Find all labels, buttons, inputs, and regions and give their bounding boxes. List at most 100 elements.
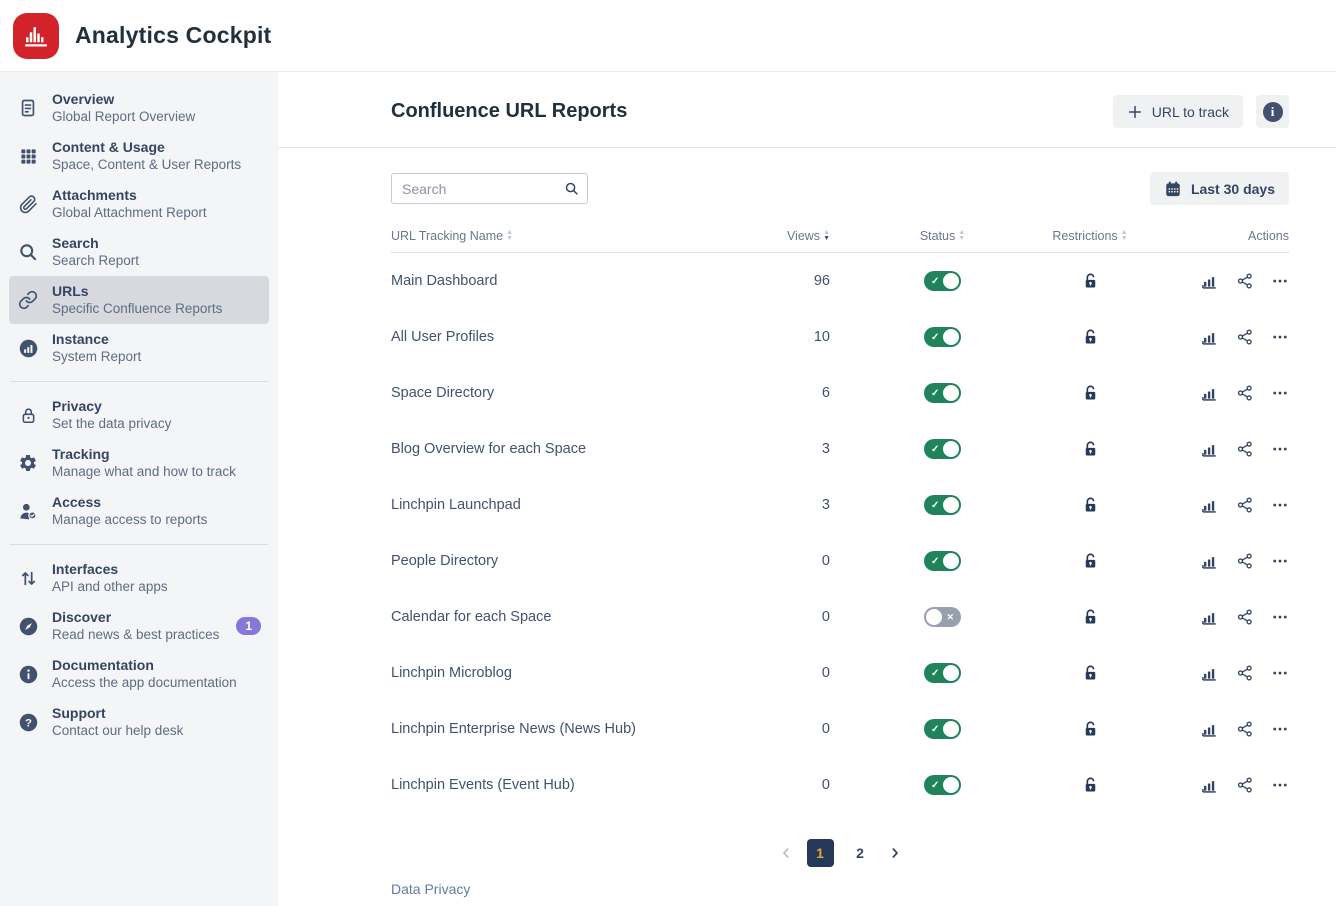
column-header-views[interactable]: Views ▲▼ [721, 229, 830, 243]
more-actions-icon[interactable] [1271, 440, 1289, 458]
status-toggle[interactable]: ✕ [924, 607, 961, 627]
more-actions-icon[interactable] [1271, 552, 1289, 570]
more-actions-icon[interactable] [1271, 272, 1289, 290]
url-to-track-label: URL to track [1152, 104, 1229, 120]
url-report-name[interactable]: Linchpin Microblog [391, 665, 721, 681]
report-chart-icon[interactable] [1200, 664, 1219, 683]
sidebar-item-sublabel: Manage what and how to track [52, 463, 236, 481]
page-info-button[interactable]: i [1256, 95, 1289, 128]
unlock-icon[interactable] [1081, 496, 1100, 515]
sidebar-item-attachments[interactable]: AttachmentsGlobal Attachment Report [9, 180, 269, 228]
table-row: Calendar for each Space 0 ✕ [391, 589, 1289, 645]
date-range-button[interactable]: Last 30 days [1150, 172, 1289, 205]
unlock-icon[interactable] [1081, 720, 1100, 739]
report-chart-icon[interactable] [1200, 328, 1219, 347]
share-icon[interactable] [1236, 608, 1254, 626]
status-toggle[interactable]: ✓ [924, 551, 961, 571]
sidebar-item-label: Documentation [52, 656, 237, 674]
more-actions-icon[interactable] [1271, 496, 1289, 514]
unlock-icon[interactable] [1081, 664, 1100, 683]
sidebar-item-instance[interactable]: InstanceSystem Report [9, 324, 269, 372]
url-report-name[interactable]: Main Dashboard [391, 273, 721, 289]
discover-count-badge: 1 [236, 617, 261, 635]
status-toggle[interactable]: ✓ [924, 775, 961, 795]
url-report-name[interactable]: Calendar for each Space [391, 609, 721, 625]
page-button[interactable]: 1 [807, 839, 834, 867]
more-actions-icon[interactable] [1271, 776, 1289, 794]
more-actions-icon[interactable] [1271, 384, 1289, 402]
share-icon[interactable] [1236, 272, 1254, 290]
url-report-name[interactable]: Linchpin Launchpad [391, 497, 721, 513]
sidebar-item-access[interactable]: AccessManage access to reports [9, 487, 269, 535]
column-header-status[interactable]: Status ▲▼ [830, 229, 1055, 243]
share-icon[interactable] [1236, 328, 1254, 346]
sidebar-item-content-usage[interactable]: Content & UsageSpace, Content & User Rep… [9, 132, 269, 180]
toggle-state-icon: ✓ [931, 775, 939, 795]
url-to-track-button[interactable]: URL to track [1113, 95, 1243, 128]
url-report-name[interactable]: Linchpin Enterprise News (News Hub) [391, 721, 721, 737]
unlock-icon[interactable] [1081, 272, 1100, 291]
share-icon[interactable] [1236, 720, 1254, 738]
report-chart-icon[interactable] [1200, 608, 1219, 627]
status-toggle[interactable]: ✓ [924, 719, 961, 739]
toggle-state-icon: ✓ [931, 663, 939, 683]
sidebar-item-documentation[interactable]: DocumentationAccess the app documentatio… [9, 650, 269, 698]
page-title: Confluence URL Reports [391, 100, 627, 123]
report-chart-icon[interactable] [1200, 776, 1219, 795]
share-icon[interactable] [1236, 440, 1254, 458]
url-report-name[interactable]: Space Directory [391, 385, 721, 401]
app-logo [13, 13, 59, 59]
report-chart-icon[interactable] [1200, 552, 1219, 571]
more-actions-icon[interactable] [1271, 664, 1289, 682]
unlock-icon[interactable] [1081, 328, 1100, 347]
page-button[interactable]: 2 [847, 839, 874, 867]
share-icon[interactable] [1236, 552, 1254, 570]
unlock-icon[interactable] [1081, 776, 1100, 795]
share-icon[interactable] [1236, 664, 1254, 682]
unlock-icon[interactable] [1081, 440, 1100, 459]
table-row: Linchpin Enterprise News (News Hub) 0 ✓ [391, 701, 1289, 757]
status-toggle[interactable]: ✓ [924, 439, 961, 459]
sidebar-item-tracking[interactable]: TrackingManage what and how to track [9, 439, 269, 487]
unlock-icon[interactable] [1081, 608, 1100, 627]
sidebar-item-interfaces[interactable]: InterfacesAPI and other apps [9, 554, 269, 602]
status-toggle[interactable]: ✓ [924, 271, 961, 291]
unlock-icon[interactable] [1081, 552, 1100, 571]
search-input[interactable] [391, 173, 588, 204]
column-header-restrictions[interactable]: Restrictions ▲▼ [1055, 229, 1125, 243]
status-toggle[interactable]: ✓ [924, 327, 961, 347]
url-report-name[interactable]: Blog Overview for each Space [391, 441, 721, 457]
sidebar-item-discover[interactable]: DiscoverRead news & best practices 1 [9, 602, 269, 650]
next-page-icon[interactable] [887, 845, 903, 861]
column-header-name[interactable]: URL Tracking Name ▲▼ [391, 229, 721, 243]
sidebar-item-support[interactable]: ? SupportContact our help desk [9, 698, 269, 746]
sidebar-item-search[interactable]: SearchSearch Report [9, 228, 269, 276]
share-icon[interactable] [1236, 776, 1254, 794]
status-toggle[interactable]: ✓ [924, 663, 961, 683]
more-actions-icon[interactable] [1271, 328, 1289, 346]
sidebar-item-overview[interactable]: OverviewGlobal Report Overview [9, 84, 269, 132]
data-privacy-link[interactable]: Data Privacy [391, 881, 470, 897]
more-actions-icon[interactable] [1271, 608, 1289, 626]
status-toggle[interactable]: ✓ [924, 383, 961, 403]
url-report-name[interactable]: Linchpin Events (Event Hub) [391, 777, 721, 793]
sidebar-item-privacy[interactable]: PrivacySet the data privacy [9, 391, 269, 439]
report-chart-icon[interactable] [1200, 384, 1219, 403]
share-icon[interactable] [1236, 384, 1254, 402]
unlock-icon[interactable] [1081, 384, 1100, 403]
sort-icon: ▲▼ [506, 230, 513, 242]
share-icon[interactable] [1236, 496, 1254, 514]
toggle-state-icon: ✕ [946, 607, 954, 627]
report-chart-icon[interactable] [1200, 720, 1219, 739]
status-toggle[interactable]: ✓ [924, 495, 961, 515]
more-actions-icon[interactable] [1271, 720, 1289, 738]
sidebar-item-urls[interactable]: URLsSpecific Confluence Reports [9, 276, 269, 324]
report-chart-icon[interactable] [1200, 272, 1219, 291]
views-value: 0 [721, 665, 830, 681]
url-report-name[interactable]: All User Profiles [391, 329, 721, 345]
url-report-name[interactable]: People Directory [391, 553, 721, 569]
report-chart-icon[interactable] [1200, 440, 1219, 459]
previous-page-icon[interactable] [778, 845, 794, 861]
report-chart-icon[interactable] [1200, 496, 1219, 515]
sidebar-item-sublabel: Specific Confluence Reports [52, 300, 222, 318]
